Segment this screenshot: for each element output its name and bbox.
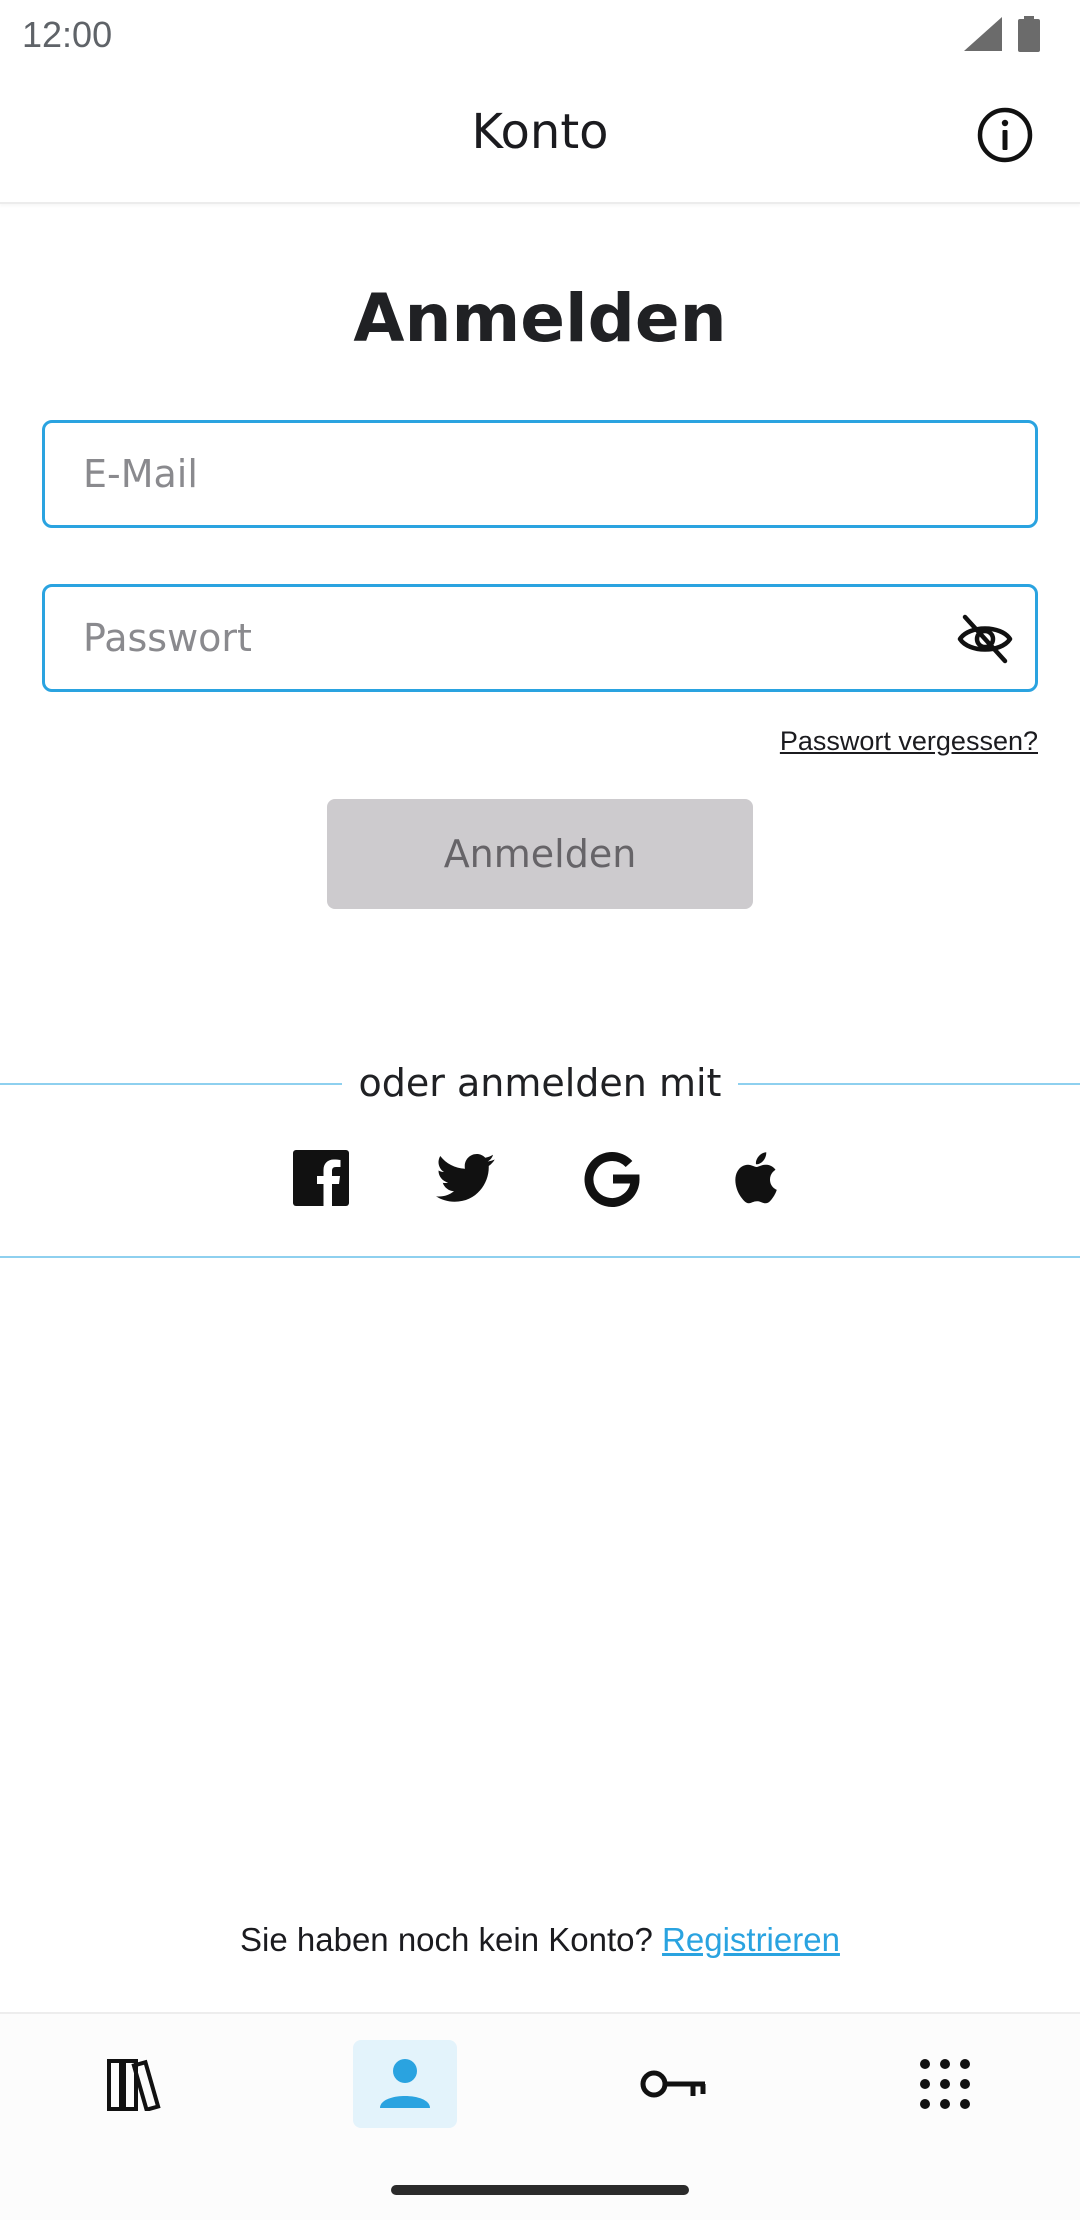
info-icon — [977, 107, 1033, 163]
status-bar: 12:00 — [0, 0, 1080, 66]
status-icons — [964, 16, 1040, 52]
app-bar: Konto — [0, 66, 1080, 204]
info-button[interactable] — [976, 106, 1034, 164]
cellular-signal-icon — [964, 17, 1002, 51]
social-login-row — [0, 1148, 1080, 1208]
google-login-button[interactable] — [582, 1148, 642, 1208]
facebook-icon — [293, 1150, 349, 1206]
register-prompt-row: Sie haben noch kein Konto? Registrieren — [0, 1921, 1080, 1959]
login-heading: Anmelden — [353, 280, 727, 357]
twitter-login-button[interactable] — [436, 1148, 496, 1208]
password-input[interactable] — [83, 587, 943, 689]
email-field-container — [42, 420, 1038, 528]
nav-library[interactable] — [84, 2040, 188, 2128]
login-button[interactable]: Anmelden — [327, 799, 753, 909]
account-icon — [380, 2059, 430, 2108]
apple-icon — [735, 1152, 777, 1204]
divider-right — [738, 1083, 1080, 1085]
password-field-container — [42, 584, 1038, 692]
email-input[interactable] — [83, 423, 943, 525]
key-icon — [640, 2070, 706, 2098]
toggle-password-visibility-button[interactable] — [957, 613, 1013, 665]
google-icon — [584, 1152, 640, 1207]
page-title: Konto — [471, 104, 609, 160]
battery-icon — [1018, 16, 1040, 52]
nav-account[interactable] — [353, 2040, 457, 2128]
library-icon — [107, 2059, 161, 2111]
facebook-login-button[interactable] — [291, 1148, 351, 1208]
eye-off-icon — [957, 614, 1013, 664]
bottom-navigation — [0, 2012, 1080, 2220]
twitter-icon — [436, 1154, 495, 1202]
forgot-password-link[interactable]: Passwort vergessen? — [780, 726, 1038, 757]
apple-login-button[interactable] — [729, 1148, 789, 1208]
nav-apps[interactable] — [893, 2040, 997, 2128]
divider-bottom — [0, 1256, 1080, 1258]
status-time: 12:00 — [22, 14, 113, 55]
apps-grid-icon — [920, 2059, 970, 2109]
nav-key[interactable] — [622, 2040, 726, 2128]
home-indicator[interactable] — [391, 2185, 689, 2195]
register-prompt: Sie haben noch kein Konto? — [240, 1921, 653, 1958]
register-link[interactable]: Registrieren — [662, 1921, 840, 1958]
